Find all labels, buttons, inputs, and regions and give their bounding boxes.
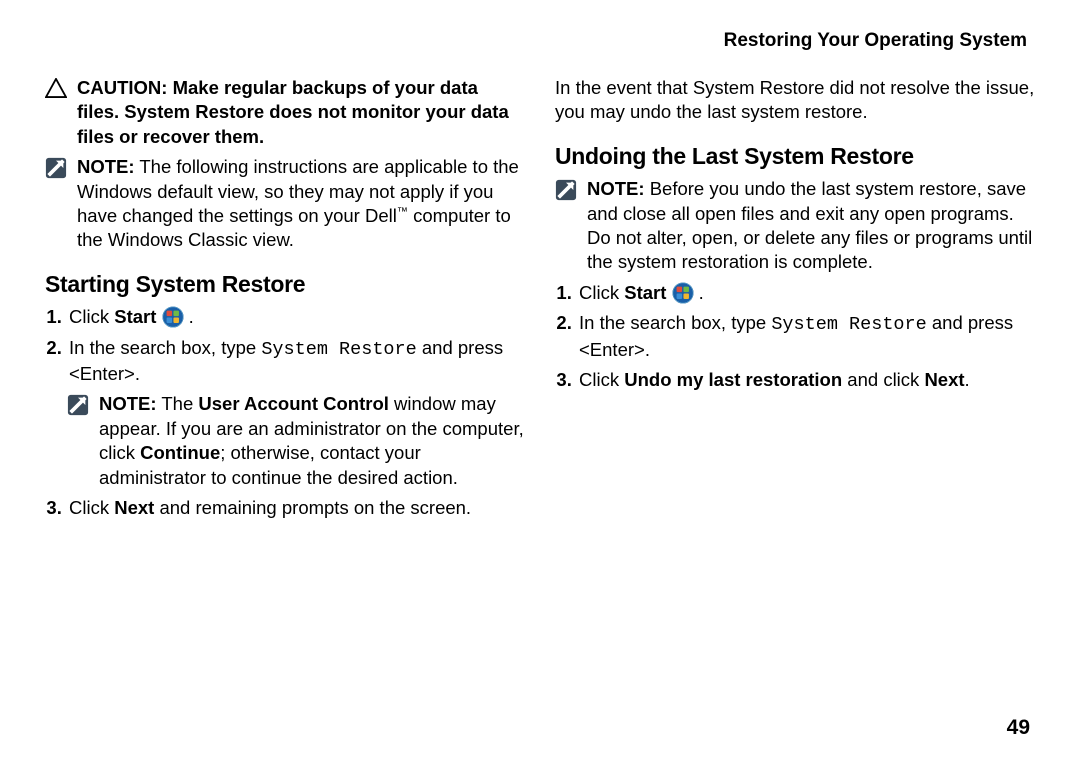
two-column-layout: CAUTION: Make regular backups of your da… — [45, 76, 1035, 526]
note-icon — [67, 392, 99, 490]
note-block-2: NOTE: The User Account Control window ma… — [67, 392, 525, 490]
undoing-steps-list: Click Start . In the search box, t — [555, 281, 1035, 393]
caution-block: CAUTION: Make regular backups of your da… — [45, 76, 525, 149]
right-column: In the event that System Restore did not… — [555, 76, 1035, 526]
note-icon — [555, 177, 587, 275]
section-heading-undoing: Undoing the Last System Restore — [555, 141, 1035, 171]
note1-text: NOTE: The following instructions are app… — [77, 155, 525, 253]
list-item: Click Undo my last restoration and click… — [577, 368, 1035, 392]
starting-steps-list-cont: Click Next and remaining prompts on the … — [45, 496, 525, 520]
intro-paragraph: In the event that System Restore did not… — [555, 76, 1035, 125]
section-heading-starting: Starting System Restore — [45, 269, 525, 299]
windows-start-orb-icon — [162, 306, 184, 328]
caution-label: CAUTION: — [77, 77, 167, 98]
caution-text: CAUTION: Make regular backups of your da… — [77, 76, 525, 149]
page-header: Restoring Your Operating System — [45, 30, 1035, 52]
list-item: In the search box, type System Restore a… — [577, 311, 1035, 362]
note-block-3: NOTE: Before you undo the last system re… — [555, 177, 1035, 275]
caution-icon — [45, 76, 77, 149]
list-item: Click Next and remaining prompts on the … — [67, 496, 525, 520]
note-block-1: NOTE: The following instructions are app… — [45, 155, 525, 253]
left-column: CAUTION: Make regular backups of your da… — [45, 76, 525, 526]
list-item: In the search box, type System Restore a… — [67, 336, 525, 387]
windows-start-orb-icon — [672, 282, 694, 304]
code-text: System Restore — [771, 314, 926, 335]
note2-text: NOTE: The User Account Control window ma… — [99, 392, 525, 490]
page-number: 49 — [1007, 716, 1030, 740]
list-item: Click Start . — [577, 281, 1035, 305]
code-text: System Restore — [261, 339, 416, 360]
document-page: Restoring Your Operating System CAUTION:… — [0, 0, 1080, 766]
note3-text: NOTE: Before you undo the last system re… — [587, 177, 1035, 275]
list-item: Click Start . — [67, 305, 525, 329]
note-icon — [45, 155, 77, 253]
note-label: NOTE: — [77, 156, 135, 177]
starting-steps-list: Click Start . In the search box, t — [45, 305, 525, 386]
